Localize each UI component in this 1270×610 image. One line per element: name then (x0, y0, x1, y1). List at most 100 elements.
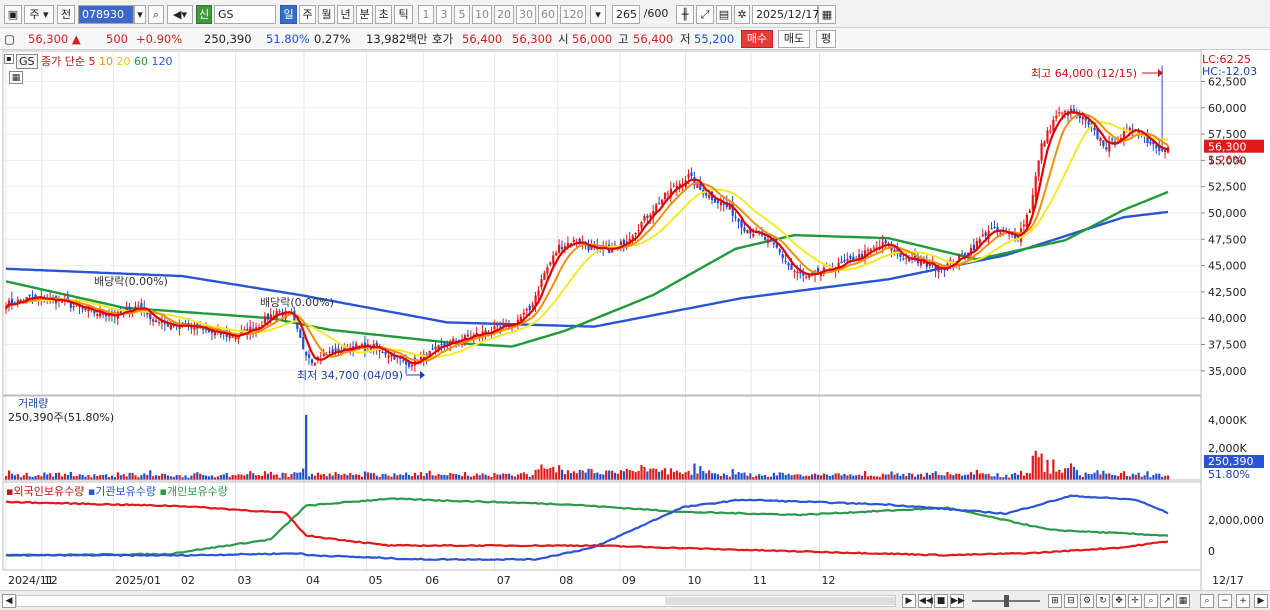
minus-icon[interactable]: − (1218, 594, 1232, 608)
interval-120[interactable]: 120 (560, 5, 586, 24)
window-menu-icon[interactable]: ▣ (4, 5, 22, 24)
candle-body (793, 270, 796, 272)
sell-button[interactable]: 매도 (778, 30, 810, 48)
pan-icon[interactable]: ✥ (1112, 594, 1126, 608)
legend-indiv[interactable]: ▪개인보유수량 (160, 485, 228, 498)
legend-foreign[interactable]: ▪외국인보유수량 (6, 485, 84, 498)
market-select[interactable]: 주 ▾ (24, 5, 54, 24)
reset-icon[interactable]: ↻ (1096, 594, 1110, 608)
interval-10[interactable]: 10 (472, 5, 492, 24)
volume-bar (316, 472, 320, 480)
stock-code-input[interactable]: 078930 (78, 5, 134, 24)
speaker-icon[interactable]: ◀▾ (167, 5, 193, 24)
magnify-icon[interactable]: ⌕ (1144, 594, 1158, 608)
volume-bar (475, 473, 478, 480)
count-input[interactable]: 265 (612, 5, 640, 24)
volume-bar (722, 473, 725, 480)
candle-body (149, 313, 152, 320)
period-day[interactable]: 일 (280, 5, 297, 24)
chart-area: 35,000 37,500 40,000 42,500 45,000 47,500 50,0… (0, 50, 1270, 590)
candle-body (558, 244, 561, 253)
symbol-tag[interactable]: GS (16, 54, 38, 69)
ask-label: 호가 (432, 32, 454, 46)
search-chart-icon[interactable]: ⌕ (1200, 594, 1214, 608)
interval-5[interactable]: 5 (454, 5, 470, 24)
volume-bar (599, 474, 602, 480)
period-month[interactable]: 월 (318, 5, 335, 24)
interval-60[interactable]: 60 (538, 5, 558, 24)
chart-settings-icon[interactable]: ⚙ (1080, 594, 1094, 608)
zoom-in-icon[interactable]: ⊞ (1048, 594, 1062, 608)
volume-bar (893, 474, 896, 480)
bottom-bar: ◀ ▶ ◀◀ ■ ▶▶ ⊞ ⊟ ⚙ ↻ ✥ ✛ ⌕ ↗ ▦ ⌕ − + ▶ (0, 590, 1270, 610)
legend-ma20[interactable]: 20 (117, 55, 131, 68)
interval-dropdown-icon[interactable]: ▾ (590, 5, 606, 24)
avg-button[interactable]: 평 (816, 30, 836, 48)
gear-icon[interactable]: ✲ (734, 5, 750, 24)
x-label-3: 02 (181, 574, 195, 587)
scroll-left-icon[interactable]: ◀ (2, 594, 16, 608)
volume-bar (649, 468, 652, 480)
legend-ma60[interactable]: 60 (134, 55, 148, 68)
panel-menu-icon[interactable]: ▪ (4, 54, 14, 64)
stop-icon[interactable]: ■ (934, 594, 948, 608)
volume-bar (246, 474, 249, 480)
interval-20[interactable]: 20 (494, 5, 514, 24)
save-icon[interactable]: ▤ (716, 5, 732, 24)
candle-body (687, 173, 690, 178)
period-week[interactable]: 주 (299, 5, 316, 24)
candle-body (1128, 127, 1131, 131)
zoom-slider-handle[interactable] (1004, 595, 1009, 607)
scroll-thumb[interactable] (665, 597, 895, 605)
buy-button[interactable]: 매수 (741, 30, 773, 48)
legend-ma5[interactable]: 5 (89, 55, 96, 68)
candle-body (431, 348, 434, 350)
prev-button[interactable]: 전 (57, 5, 75, 24)
candle-type-icon[interactable]: ╫ (676, 5, 694, 24)
volume-bar (1046, 459, 1049, 480)
period-minute[interactable]: 분 (356, 5, 373, 24)
draw-tool-icon[interactable]: ⤢ (696, 5, 714, 24)
volume-bar (825, 474, 828, 480)
forward-icon[interactable]: ▶▶ (950, 594, 965, 608)
volume-bar (643, 466, 646, 480)
table-icon[interactable]: ▦ (9, 71, 23, 84)
volume-bar (157, 475, 161, 480)
scroll-right-icon[interactable]: ▶ (1254, 594, 1268, 608)
play-icon[interactable]: ▶ (902, 594, 916, 608)
period-year[interactable]: 년 (337, 5, 354, 24)
code-dropdown-icon[interactable]: ▾ (134, 5, 146, 24)
volume-bar (293, 472, 296, 480)
legend-ma10[interactable]: 10 (99, 55, 113, 68)
volume-bar (72, 476, 75, 480)
interval-30[interactable]: 30 (516, 5, 536, 24)
crosshair-icon[interactable]: ✛ (1128, 594, 1142, 608)
legend-inst[interactable]: ▪기관보유수량 (88, 485, 156, 498)
date-input[interactable]: 2025/12/17 (752, 5, 819, 24)
volume-bar (160, 473, 164, 480)
volume-bar (640, 465, 643, 480)
volume-bar (875, 476, 878, 480)
calendar-icon[interactable]: ▦ (818, 5, 836, 24)
volume-bar (510, 475, 514, 480)
zoom-out-icon[interactable]: ⊟ (1064, 594, 1078, 608)
volume-bar (849, 474, 852, 480)
quote-checkbox[interactable]: ▢ (4, 31, 15, 47)
search-icon[interactable]: ⌕ (148, 5, 164, 24)
arrow-tool-icon[interactable]: ↗ (1160, 594, 1174, 608)
interval-1[interactable]: 1 (418, 5, 434, 24)
candle-body (302, 337, 305, 350)
period-second[interactable]: 초 (375, 5, 392, 24)
candle-body (1058, 112, 1061, 114)
grid-icon[interactable]: ▦ (1176, 594, 1190, 608)
period-tick[interactable]: 틱 (394, 5, 413, 24)
legend-ma120[interactable]: 120 (152, 55, 173, 68)
horizontal-scrollbar[interactable] (16, 595, 896, 607)
rewind-icon[interactable]: ◀◀ (918, 594, 933, 608)
interval-3[interactable]: 3 (436, 5, 452, 24)
candle-body (796, 271, 799, 274)
plus-icon[interactable]: + (1236, 594, 1250, 608)
volume-bar (525, 474, 528, 480)
chart-svg[interactable]: 35,000 37,500 40,000 42,500 45,000 47,500 50,0… (0, 50, 1270, 590)
stock-name-field[interactable]: GS (214, 5, 276, 24)
